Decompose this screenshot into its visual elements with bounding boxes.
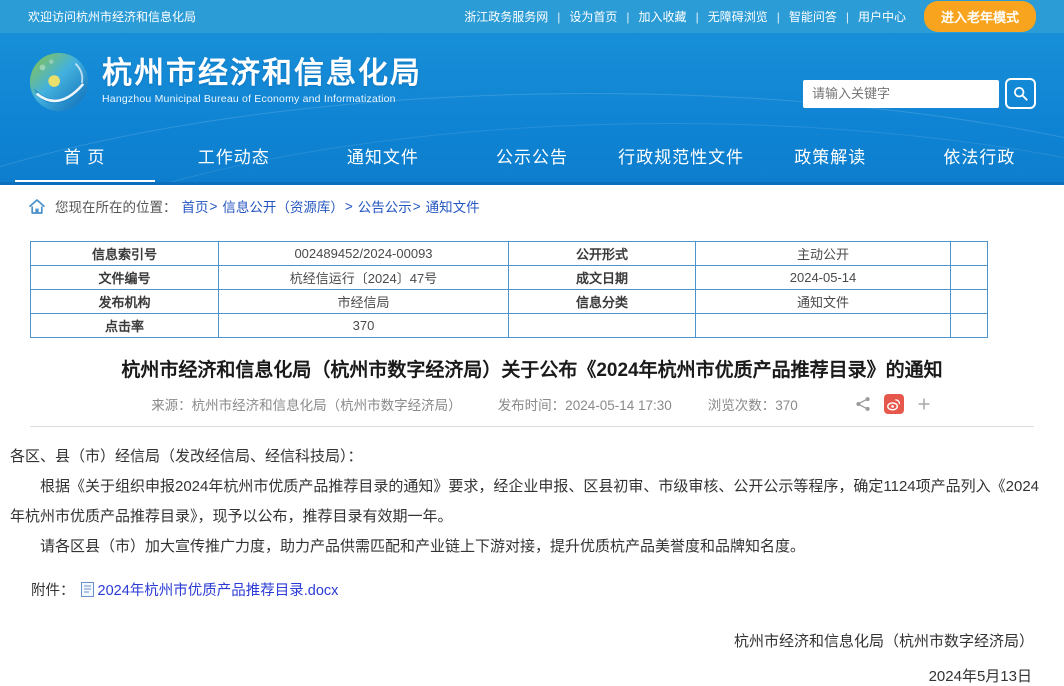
issuing-agency-label: 发布机构 <box>31 290 219 314</box>
click-rate-value: 370 <box>219 314 509 338</box>
empty-cell <box>951 290 988 314</box>
attachment-label: 附件： <box>31 579 75 600</box>
link-separator: | <box>839 10 856 24</box>
top-link-zhejiang-service[interactable]: 浙江政务服务网 <box>462 8 550 25</box>
body-paragraph: 根据《关于组织申报2024年杭州市优质产品推荐目录的通知》要求，经企业申报、区县… <box>10 472 1052 532</box>
breadcrumb-prefix: 您现在所在的位置： <box>55 196 177 216</box>
info-category-value: 通知文件 <box>696 290 951 314</box>
link-separator: | <box>619 10 636 24</box>
nav-label: 政策解读 <box>794 143 866 168</box>
site-title: 杭州市经济和信息化局 <box>102 58 422 90</box>
document-number-value: 杭经信运行〔2024〕47号 <box>219 266 509 290</box>
info-category-label: 信息分类 <box>509 290 696 314</box>
share-weibo-button[interactable] <box>884 394 904 414</box>
site-search <box>803 78 1036 109</box>
disclosure-form-value: 主动公开 <box>696 242 951 266</box>
nav-item-work-news[interactable]: 工作动态 <box>164 143 304 182</box>
active-tab-underline <box>15 180 155 182</box>
top-link-smart-qa[interactable]: 智能问答 <box>787 8 839 25</box>
body-paragraph: 请各区县（市）加大宣传推广力度，助力产品供需匹配和产业链上下游对接，提升优质杭产… <box>10 532 1052 562</box>
search-button[interactable] <box>1005 78 1036 109</box>
attachment-link[interactable]: 2024年杭州市优质产品推荐目录.docx <box>98 579 339 600</box>
site-logo-block[interactable]: 杭州市经济和信息化局 Hangzhou Municipal Bureau of … <box>28 51 422 113</box>
search-input[interactable] <box>803 80 999 108</box>
search-icon <box>1013 85 1028 102</box>
breadcrumb: 您现在所在的位置： 首页 > 信息公开（资源库） > 公告公示 > 通知文件 <box>0 185 1064 227</box>
nav-label: 公示公告 <box>496 143 568 168</box>
nav-item-home[interactable]: 首 页 <box>15 143 155 182</box>
nav-label: 依法行政 <box>943 143 1015 168</box>
elder-mode-button[interactable]: 进入老年模式 <box>924 1 1036 32</box>
attachment-row: 附件： 2024年杭州市优质产品推荐目录.docx <box>31 579 1064 600</box>
table-row: 发布机构 市经信局 信息分类 通知文件 <box>31 290 988 314</box>
share-toolbar <box>842 394 931 414</box>
article-date: 2024年5月13日 <box>0 665 1064 686</box>
table-row: 文件编号 杭经信运行〔2024〕47号 成文日期 2024-05-14 <box>31 266 988 290</box>
breadcrumb-separator: > <box>210 199 218 214</box>
table-row: 信息索引号 002489452/2024-00093 公开形式 主动公开 <box>31 242 988 266</box>
breadcrumb-link-announcements[interactable]: 公告公示 <box>358 196 412 216</box>
issuing-agency-value: 市经信局 <box>219 290 509 314</box>
empty-cell <box>951 242 988 266</box>
site-subtitle: Hangzhou Municipal Bureau of Economy and… <box>102 93 422 105</box>
article-title: 杭州市经济和信息化局（杭州市数字经济局）关于公布《2024年杭州市优质产品推荐目… <box>30 357 1034 385</box>
empty-cell <box>696 314 951 338</box>
doc-icon <box>81 582 94 597</box>
link-separator: | <box>689 10 706 24</box>
table-row: 点击率 370 <box>31 314 988 338</box>
top-link-set-homepage[interactable]: 设为首页 <box>567 8 619 25</box>
top-link-accessibility[interactable]: 无障碍浏览 <box>706 8 770 25</box>
nav-label: 行政规范性文件 <box>618 143 744 168</box>
nav-label: 通知文件 <box>347 143 419 168</box>
click-rate-label: 点击率 <box>31 314 219 338</box>
share-nodes-icon <box>855 396 871 412</box>
nav-item-announcements[interactable]: 公示公告 <box>462 143 602 182</box>
plus-icon <box>917 397 931 411</box>
top-links: 浙江政务服务网 | 设为首页 | 加入收藏 | 无障碍浏览 | 智能问答 | 用… <box>462 1 1036 32</box>
article-meta-bar: 来源：杭州市经济和信息化局（杭州市数字经济局） 发布时间：2024-05-14 … <box>30 394 1034 427</box>
breadcrumb-link-home[interactable]: 首页 <box>182 196 209 216</box>
salutation-paragraph: 各区、县（市）经信局（发改经信局、经信科技局）： <box>10 442 1052 472</box>
index-number-label: 信息索引号 <box>31 242 219 266</box>
share-more-button[interactable] <box>917 397 931 411</box>
article-source: 来源：杭州市经济和信息化局（杭州市数字经济局） <box>151 394 462 414</box>
weibo-icon <box>884 394 904 414</box>
issue-date-value: 2024-05-14 <box>696 266 951 290</box>
document-info-table: 信息索引号 002489452/2024-00093 公开形式 主动公开 文件编… <box>30 241 988 338</box>
nav-item-regulatory-documents[interactable]: 行政规范性文件 <box>611 143 751 182</box>
empty-cell <box>951 314 988 338</box>
top-link-add-favorite[interactable]: 加入收藏 <box>637 8 689 25</box>
masthead: 杭州市经济和信息化局 Hangzhou Municipal Bureau of … <box>0 33 1064 130</box>
nav-item-notices[interactable]: 通知文件 <box>313 143 453 182</box>
index-number-value: 002489452/2024-00093 <box>219 242 509 266</box>
bureau-globe-logo-icon <box>28 51 90 113</box>
main-navigation: 首 页 工作动态 通知文件 公示公告 行政规范性文件 政策解读 依法行政 <box>0 130 1064 185</box>
breadcrumb-link-notices[interactable]: 通知文件 <box>426 196 480 216</box>
nav-item-policy-interpretation[interactable]: 政策解读 <box>760 143 900 182</box>
breadcrumb-link-info-disclosure[interactable]: 信息公开（资源库） <box>222 196 344 216</box>
article-publish-time: 发布时间：2024-05-14 17:30 <box>498 394 672 414</box>
top-link-user-center[interactable]: 用户中心 <box>856 8 908 25</box>
disclosure-form-label: 公开形式 <box>509 242 696 266</box>
welcome-text: 欢迎访问杭州市经济和信息化局 <box>28 8 196 25</box>
site-header-zone: 欢迎访问杭州市经济和信息化局 浙江政务服务网 | 设为首页 | 加入收藏 | 无… <box>0 0 1064 185</box>
breadcrumb-separator: > <box>345 199 353 214</box>
link-separator: | <box>770 10 787 24</box>
article-body: 各区、县（市）经信局（发改经信局、经信科技局）： 根据《关于组织申报2024年杭… <box>0 427 1064 562</box>
nav-label: 首 页 <box>64 143 106 168</box>
share-button[interactable] <box>855 396 871 412</box>
breadcrumb-separator: > <box>413 199 421 214</box>
empty-cell <box>951 266 988 290</box>
document-number-label: 文件编号 <box>31 266 219 290</box>
top-utility-bar: 欢迎访问杭州市经济和信息化局 浙江政务服务网 | 设为首页 | 加入收藏 | 无… <box>0 0 1064 33</box>
article-view-count: 浏览次数：370 <box>708 394 798 414</box>
nav-label: 工作动态 <box>198 143 270 168</box>
link-separator: | <box>550 10 567 24</box>
empty-cell <box>509 314 696 338</box>
article-signature: 杭州市经济和信息化局（杭州市数字经济局） <box>0 630 1064 651</box>
nav-item-law-based-admin[interactable]: 依法行政 <box>909 143 1049 182</box>
issue-date-label: 成文日期 <box>509 266 696 290</box>
site-title-block: 杭州市经济和信息化局 Hangzhou Municipal Bureau of … <box>102 58 422 106</box>
home-icon <box>28 198 46 215</box>
